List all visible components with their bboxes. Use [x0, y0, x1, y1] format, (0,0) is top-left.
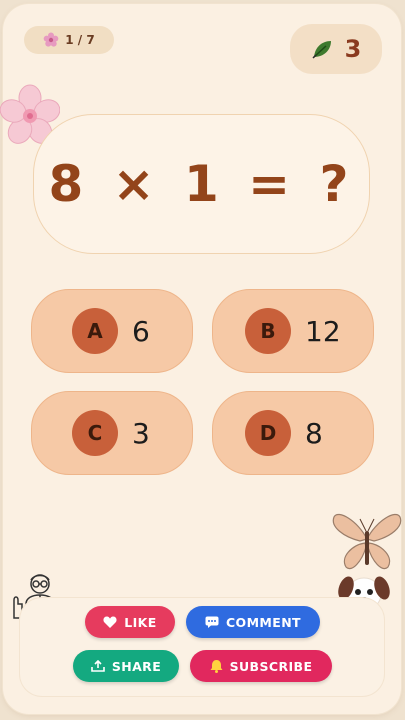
- share-label: SHARE: [111, 658, 162, 674]
- comment-button[interactable]: COMMENT: [186, 606, 320, 638]
- share-icon: [91, 660, 105, 672]
- like-label: LIKE: [124, 614, 157, 630]
- like-button[interactable]: LIKE: [85, 606, 175, 638]
- share-button[interactable]: SHARE: [73, 650, 179, 682]
- level-indicator: 1 / 7: [24, 26, 114, 54]
- heart-icon: [103, 616, 117, 628]
- level-text: 1 / 7: [65, 33, 95, 47]
- answer-letter-badge: C: [72, 410, 118, 456]
- score-value: 3: [344, 35, 362, 63]
- answer-letter-badge: D: [245, 410, 291, 456]
- answer-option-d[interactable]: D 8: [212, 391, 374, 475]
- butterfly-icon: [332, 513, 402, 570]
- score-counter: 3: [290, 24, 382, 74]
- answer-value: 12: [305, 314, 341, 348]
- answer-option-a[interactable]: A 6: [31, 289, 193, 373]
- game-screen: 1 / 7 3 8 × 1 = ? A 6 B 12 C 3 D 8 LIKE …: [0, 0, 405, 720]
- comment-label: COMMENT: [225, 614, 301, 630]
- answer-option-c[interactable]: C 3: [31, 391, 193, 475]
- answer-value: 6: [132, 314, 150, 348]
- bell-icon: [210, 660, 223, 673]
- answer-value: 8: [305, 416, 323, 450]
- question-text: 8 × 1 = ?: [48, 155, 355, 213]
- flower-icon: [43, 32, 59, 47]
- comment-icon: [205, 616, 219, 628]
- answer-value: 3: [132, 416, 150, 450]
- answer-letter-badge: B: [245, 308, 291, 354]
- answer-option-b[interactable]: B 12: [212, 289, 374, 373]
- subscribe-label: SUBSCRIBE: [229, 658, 313, 674]
- leaf-icon: [312, 41, 331, 59]
- question-card: 8 × 1 = ?: [33, 114, 370, 254]
- answer-letter-badge: A: [72, 308, 118, 354]
- subscribe-button[interactable]: SUBSCRIBE: [190, 650, 332, 682]
